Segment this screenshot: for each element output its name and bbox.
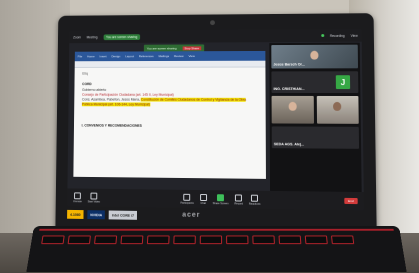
key <box>304 235 328 245</box>
doc-paragraph: Cons. Asambea, Pabellon, Jesús María, Co… <box>81 97 258 109</box>
ribbon-tab[interactable]: Design <box>111 54 120 58</box>
keyboard-accent-line <box>39 228 394 231</box>
start-video-button[interactable]: Start Video <box>88 192 100 203</box>
participant-tile[interactable]: Jesús Barsch Or... <box>271 44 359 69</box>
key <box>252 235 275 245</box>
participant-name: Jesús Barsch Or... <box>273 62 305 67</box>
document-body: Etiq CORD Gobierno abierto Consejo de Pa… <box>74 68 266 134</box>
toolbar-label: Unmute <box>73 199 82 203</box>
keyboard-keys <box>41 235 355 245</box>
recording-label: Recording <box>329 33 345 38</box>
microphone-icon <box>74 191 81 199</box>
laptop-screen: Zoom Meeting You are screen sharing Reco… <box>67 28 364 211</box>
ribbon-tab[interactable]: Home <box>87 54 95 58</box>
ribbon-tab[interactable]: Insert <box>99 54 106 58</box>
unmute-button[interactable]: Unmute <box>73 191 82 203</box>
participant-tile[interactable] <box>316 95 359 124</box>
zoom-app-label: Zoom <box>73 35 81 39</box>
key <box>330 235 355 245</box>
toolbar-label: Reactions <box>248 202 261 206</box>
zoom-top-bar: Zoom Meeting You are screen sharing Reco… <box>69 28 362 44</box>
ribbon-tab[interactable]: View <box>188 54 194 58</box>
key <box>94 235 118 245</box>
people-icon <box>183 193 191 201</box>
key <box>67 235 91 245</box>
participant-video <box>333 101 342 111</box>
record-button[interactable]: Record <box>234 193 243 206</box>
chat-icon <box>199 193 207 201</box>
record-icon <box>235 193 243 202</box>
zoom-toolbar: Unmute Start Video Participants Chat Sha… <box>67 188 364 211</box>
ribbon-tab[interactable]: File <box>78 55 83 59</box>
laptop-keyboard-base <box>26 226 407 273</box>
toolbar-label: Participants <box>180 201 194 205</box>
key <box>120 235 144 245</box>
laptop-stickers: 4.1080 NVIDIA intel CORE i7 <box>67 209 137 220</box>
participant-name: ING. CRISTHIAN... <box>273 87 305 92</box>
meeting-menu[interactable]: Meeting <box>87 35 98 39</box>
recording-indicator-icon <box>320 34 324 38</box>
doc-heading-convenios: I. CONVENIOS Y RECOMENDACIONES <box>81 123 142 128</box>
participant-name: SEDA AGS. Alej... <box>273 142 305 147</box>
camera-icon <box>90 192 98 200</box>
toolbar-label: Start Video <box>87 199 101 204</box>
participant-row <box>271 95 359 124</box>
stop-share-button[interactable]: Stop Share <box>182 46 202 51</box>
key <box>278 235 302 245</box>
key <box>173 235 196 245</box>
participant-avatar: J <box>335 75 351 90</box>
key <box>146 235 170 245</box>
chat-button[interactable]: Chat <box>199 193 207 205</box>
participant-tile[interactable]: J ING. CRISTHIAN... <box>271 71 359 94</box>
participant-tile[interactable] <box>271 95 314 124</box>
ribbon-tab[interactable]: Layout <box>125 54 134 58</box>
share-screen-icon <box>217 193 225 201</box>
webcam <box>210 20 215 26</box>
ribbon-tab[interactable]: Mailings <box>158 54 169 58</box>
word-ribbon: File Home Insert Design Layout Reference… <box>74 50 266 62</box>
share-notice-text: You are screen sharing <box>146 46 177 51</box>
toolbar-label: Record <box>234 201 243 206</box>
participants-button[interactable]: Participants <box>180 193 194 205</box>
view-menu[interactable]: View <box>351 33 358 37</box>
sticker: intel CORE i7 <box>108 210 137 220</box>
toolbar-label: Share Screen <box>212 201 229 205</box>
photo-scene: Zoom Meeting You are screen sharing Reco… <box>0 0 419 273</box>
ribbon-tab[interactable]: References <box>139 54 154 58</box>
sticker: 4.1080 <box>67 209 84 219</box>
participant-tile[interactable]: SEDA AGS. Alej... <box>271 126 360 149</box>
doc-tag: Etiq <box>82 71 88 76</box>
participant-video <box>288 101 297 111</box>
sharing-status-pill: You are screen sharing <box>103 33 141 40</box>
sticker: NVIDIA <box>87 210 106 220</box>
participants-panel: Jesús Barsch Or... J ING. CRISTHIAN... S… <box>269 42 362 195</box>
key <box>41 235 65 245</box>
reactions-button[interactable]: Reactions <box>248 194 261 206</box>
toolbar-label: Chat <box>200 201 206 205</box>
participant-video <box>310 50 319 60</box>
doc-line-plain: Cons. Asambea, Pabellon, Jesús María, <box>81 97 141 102</box>
laptop-brand-logo: acer <box>182 211 201 219</box>
ribbon-tab[interactable]: Review <box>174 54 184 58</box>
share-screen-button[interactable]: Share Screen <box>212 193 229 205</box>
laptop-lid: Zoom Meeting You are screen sharing Reco… <box>55 13 377 235</box>
shared-document: File Home Insert Design Layout Reference… <box>73 50 266 179</box>
smiley-icon <box>251 194 259 202</box>
key <box>199 235 223 245</box>
end-meeting-button[interactable]: End <box>343 197 358 205</box>
key <box>226 235 249 245</box>
